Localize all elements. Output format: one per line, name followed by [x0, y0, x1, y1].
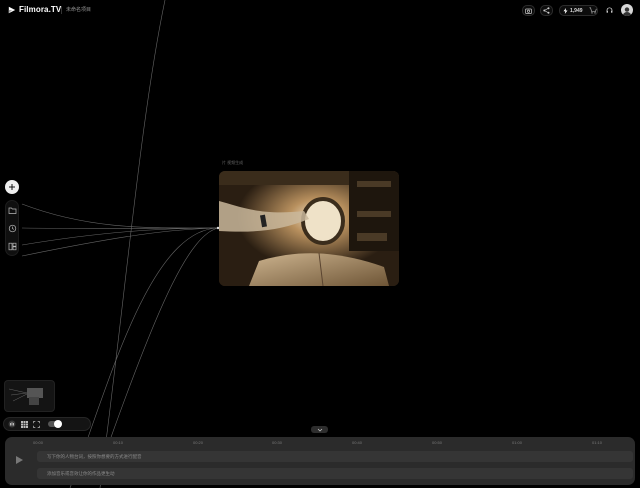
share-icon: [543, 7, 550, 14]
credits-button[interactable]: 1,949: [559, 5, 598, 16]
support-button[interactable]: [603, 5, 616, 16]
filmora-logo-icon: [8, 6, 16, 13]
ruler-tick: 01:00: [512, 440, 523, 445]
ruler-tick: 00:20: [193, 440, 204, 445]
ruler-tick: 00:00: [33, 440, 44, 445]
timeline-panel: 00:00 00:10 00:20 00:30 00:40 00:50 01:0…: [5, 437, 635, 485]
share-button[interactable]: [540, 5, 553, 16]
chevron-down-icon: [317, 428, 322, 431]
voiceover-track[interactable]: 写下你的人物台词，按照你想要的方式进行配音: [37, 451, 633, 462]
header-divider: [61, 6, 62, 14]
user-icon: [622, 7, 632, 16]
track-placeholder: 添加音乐或音效让你的作品更生动: [47, 471, 115, 476]
avatar[interactable]: [621, 4, 633, 16]
video-node-thumbnail[interactable]: [219, 171, 399, 286]
history-icon[interactable]: [8, 224, 17, 233]
play-icon[interactable]: [14, 455, 24, 465]
minimap[interactable]: [4, 380, 55, 412]
screenshot-button[interactable]: [522, 5, 535, 16]
music-track[interactable]: 添加音乐或音效让你的作品更生动: [37, 468, 633, 479]
screenshot-icon: [525, 8, 532, 14]
bolt-icon: [563, 7, 568, 14]
collapse-timeline-button[interactable]: [311, 426, 328, 433]
snap-toggle[interactable]: [48, 420, 62, 428]
ruler-tick: 00:10: [113, 440, 124, 445]
ruler-tick: 00:50: [432, 440, 443, 445]
hand-icon[interactable]: [8, 420, 16, 428]
app-name: Filmora.TV: [19, 5, 62, 14]
cart-icon: [589, 7, 597, 14]
app-logo[interactable]: Filmora.TV: [8, 5, 61, 14]
left-toolbar: [5, 200, 19, 256]
ruler-tick: 01:10: [592, 440, 603, 445]
grid-icon[interactable]: [21, 420, 28, 428]
timeline-ruler[interactable]: 00:00 00:10 00:20 00:30 00:40 00:50 01:0…: [5, 437, 635, 447]
canvas-tools: [3, 417, 91, 431]
track-placeholder: 写下你的人物台词，按照你想要的方式进行配音: [47, 454, 142, 459]
folder-icon[interactable]: [8, 206, 17, 215]
minimap-preview: [8, 388, 43, 405]
project-name[interactable]: 未命名项目: [66, 6, 91, 13]
video-frame-image: [219, 171, 399, 286]
node-label: 片 视频生成: [222, 160, 244, 165]
add-node-button[interactable]: [5, 180, 19, 194]
ruler-tick: 00:30: [272, 440, 283, 445]
ruler-tick: 00:40: [352, 440, 363, 445]
fit-view-icon[interactable]: [33, 420, 40, 428]
headset-icon: [606, 7, 613, 13]
credits-count: 1,949: [570, 7, 583, 14]
layers-icon[interactable]: [8, 242, 17, 251]
add-icon: [9, 184, 15, 190]
